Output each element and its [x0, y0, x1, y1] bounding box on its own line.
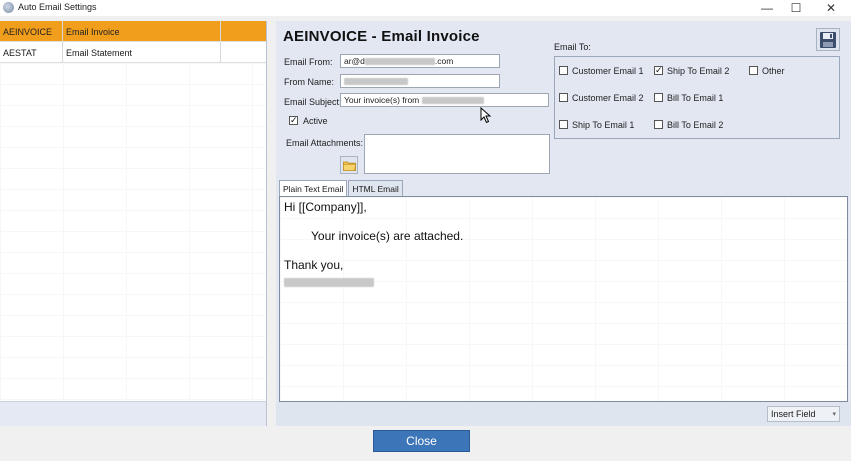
- ship-to-email-2-label: Ship To Email 2: [667, 66, 730, 76]
- editor-line-message: Your invoice(s) are attached.: [311, 229, 464, 243]
- bill-to-email-1-checkbox[interactable]: [654, 93, 663, 102]
- email-body-editor[interactable]: Hi [[Company]], Your invoice(s) are atta…: [279, 196, 848, 402]
- tab-plain-text-email[interactable]: Plain Text Email: [279, 180, 348, 196]
- editor-line-signature: [284, 275, 374, 289]
- ship-to-email-1-checkbox[interactable]: [559, 120, 568, 129]
- email-to-group: Customer Email 1 Ship To Email 2 Other C…: [554, 56, 840, 139]
- close-button[interactable]: Close: [373, 430, 470, 452]
- maximize-button[interactable]: ☐: [780, 0, 812, 16]
- insert-field-dropdown[interactable]: Insert Field ▾: [767, 406, 840, 422]
- mouse-cursor-icon: [480, 107, 491, 124]
- active-label: Active: [303, 116, 328, 126]
- ship-to-email-2-checkbox[interactable]: [654, 66, 663, 75]
- tab-html-email[interactable]: HTML Email: [348, 180, 403, 196]
- editor-grid-background: [280, 197, 847, 401]
- bill-to-email-2-checkbox[interactable]: [654, 120, 663, 129]
- bill-to-email-1-label: Bill To Email 1: [667, 93, 724, 103]
- browse-attachment-button[interactable]: [340, 156, 358, 174]
- customer-email-1-checkbox[interactable]: [559, 66, 568, 75]
- from-name-field[interactable]: [340, 74, 500, 88]
- list-item-aeinvoice[interactable]: AEINVOICE Email Invoice: [0, 21, 266, 42]
- other-label: Other: [762, 66, 785, 76]
- from-name-label: From Name:: [284, 77, 335, 87]
- attachments-label: Email Attachments:: [286, 138, 364, 148]
- active-checkbox[interactable]: [289, 116, 298, 125]
- customer-email-2-checkbox[interactable]: [559, 93, 568, 102]
- close-window-button[interactable]: ✕: [815, 0, 847, 16]
- list-item-aestat[interactable]: AESTAT Email Statement: [0, 42, 266, 63]
- editor-line-greeting: Hi [[Company]],: [284, 200, 367, 214]
- email-subject-field[interactable]: Your invoice(s) from: [340, 93, 549, 107]
- list-item-name: Email Invoice: [63, 21, 221, 41]
- bill-to-email-2-label: Bill To Email 2: [667, 120, 724, 130]
- customer-email-2-label: Customer Email 2: [572, 93, 644, 103]
- ship-to-email-1-label: Ship To Email 1: [572, 120, 635, 130]
- chevron-down-icon: ▾: [832, 411, 836, 418]
- attachments-list[interactable]: [364, 134, 550, 174]
- email-to-label: Email To:: [554, 42, 591, 52]
- other-checkbox[interactable]: [749, 66, 758, 75]
- email-subject-label: Email Subject:: [284, 97, 342, 107]
- body-format-tabs: Plain Text Email HTML Email: [279, 180, 404, 196]
- list-item-code: AESTAT: [0, 42, 63, 62]
- minimize-button[interactable]: —: [751, 0, 783, 16]
- window-title: Auto Email Settings: [18, 2, 97, 12]
- floppy-disk-icon: [820, 31, 836, 48]
- email-settings-panel: AEINVOICE - Email Invoice Email From: ar…: [276, 21, 851, 426]
- list-grid-background: [0, 63, 266, 421]
- customer-email-1-label: Customer Email 1: [572, 66, 644, 76]
- save-button[interactable]: [816, 28, 840, 51]
- list-item-code: AEINVOICE: [0, 21, 63, 41]
- insert-field-label: Insert Field: [771, 409, 816, 419]
- folder-icon: [342, 161, 356, 171]
- list-footer: [0, 401, 266, 426]
- page-title: AEINVOICE - Email Invoice: [283, 28, 480, 45]
- title-bar: Auto Email Settings — ☐ ✕: [0, 0, 851, 16]
- app-icon: [3, 2, 14, 13]
- list-item-name: Email Statement: [63, 42, 221, 62]
- editor-line-closing: Thank you,: [284, 258, 344, 272]
- email-from-label: Email From:: [284, 57, 333, 67]
- settings-list: AEINVOICE Email Invoice AESTAT Email Sta…: [0, 21, 267, 426]
- email-from-field[interactable]: ar@d .com: [340, 54, 500, 68]
- editor-footer: [276, 402, 851, 426]
